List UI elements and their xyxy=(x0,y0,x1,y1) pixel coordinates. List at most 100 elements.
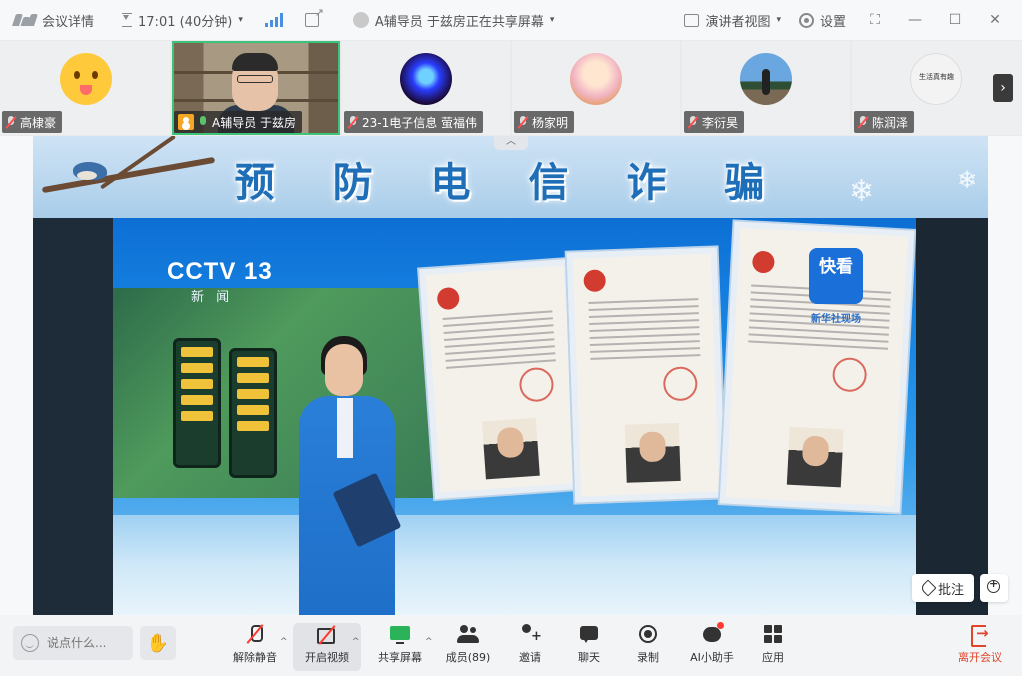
participant-tile[interactable]: 23-1电子信息 萤福伟 xyxy=(342,41,510,135)
layout-icon xyxy=(684,13,700,27)
participant-nameplate: 李衍昊 xyxy=(684,111,745,133)
record-button[interactable]: 录制 xyxy=(630,623,666,671)
zoom-in-icon[interactable] xyxy=(980,574,1008,602)
video-letterbox-right xyxy=(916,218,988,615)
cctv-logo: CCTV 13 xyxy=(167,258,273,285)
shared-screen-area[interactable]: ❄ ❄ 预 防 电 信 诈 骗 ︿ CCTV 13 新 闻 快看 新华社现场 批… xyxy=(0,136,1022,615)
participant-name: 23-1电子信息 萤福伟 xyxy=(362,115,478,130)
emoji-icon[interactable] xyxy=(21,634,39,652)
participant-tile[interactable]: 李衍昊 xyxy=(682,41,850,135)
record-icon xyxy=(637,623,659,645)
avatar-text: 生活真有趣 xyxy=(919,73,954,81)
chevron-down-icon: ▾ xyxy=(776,15,781,25)
unmute-label: 解除静音 xyxy=(233,651,277,664)
studio-floor xyxy=(113,515,916,615)
people-icon xyxy=(457,623,479,645)
participant-strip: ‹ 高棣豪 A辅导员 于兹房 23-1电子信息 萤福伟 xyxy=(0,40,1022,136)
participant-nameplate: A辅导员 于兹房 xyxy=(174,111,303,133)
avatar xyxy=(740,53,792,105)
video-letterbox-left xyxy=(33,218,113,615)
pop-out-icon[interactable] xyxy=(304,6,324,27)
members-button[interactable]: 成员(89) xyxy=(443,623,493,671)
participant-nameplate: 23-1电子信息 萤福伟 xyxy=(344,111,484,133)
participant-nameplate: 陈润泽 xyxy=(854,111,915,133)
mic-muted-icon xyxy=(244,623,266,645)
meeting-elapsed-time[interactable]: 17:01 (40分钟) xyxy=(138,11,232,30)
invite-button[interactable]: 邀请 xyxy=(512,623,548,671)
share-screen-label: 共享屏幕 xyxy=(378,651,422,664)
settings-label: 设置 xyxy=(819,14,846,30)
grid-icon xyxy=(762,623,784,645)
scroll-right-button[interactable]: › xyxy=(993,74,1013,102)
annotate-button[interactable]: 批注 xyxy=(912,574,974,602)
add-user-icon xyxy=(519,623,542,645)
avatar xyxy=(60,53,112,105)
chevron-up-icon[interactable]: ^ xyxy=(352,637,360,647)
title-bar: 会议详情 17:01 (40分钟) ▾ A辅导员 于兹房正在共享屏幕 ▾ 演讲者… xyxy=(0,0,1022,40)
invite-label: 邀请 xyxy=(519,651,541,664)
participant-tile-active-speaker[interactable]: A辅导员 于兹房 xyxy=(172,41,340,135)
notice-document xyxy=(566,247,726,503)
minimize-button[interactable]: — xyxy=(904,12,926,28)
share-screen-icon xyxy=(389,623,411,645)
fullscreen-icon[interactable]: ⛶ xyxy=(864,12,886,28)
avatar xyxy=(400,53,452,105)
chevron-down-icon[interactable]: ▾ xyxy=(238,15,243,25)
mic-muted-icon xyxy=(518,115,528,129)
network-signal-icon[interactable] xyxy=(264,13,283,27)
app-badge: 快看 xyxy=(809,248,863,304)
presenter-avatar xyxy=(352,12,369,28)
gear-icon xyxy=(798,12,814,28)
annotate-label: 批注 xyxy=(937,582,964,598)
cctv-sub-label: 新 闻 xyxy=(191,290,234,305)
unmute-button[interactable]: 解除静音 xyxy=(228,623,282,671)
participant-nameplate: 杨家明 xyxy=(514,111,575,133)
mic-muted-icon xyxy=(858,115,868,129)
presenter-view-label: 演讲者视图 xyxy=(705,14,771,30)
app-badge-sub: 新华社现场 xyxy=(811,314,861,325)
chevron-up-icon[interactable]: ^ xyxy=(425,637,433,647)
participant-name: 李衍昊 xyxy=(702,115,739,130)
shared-slide: ❄ ❄ 预 防 电 信 诈 骗 ︿ CCTV 13 新 闻 快看 新华社现场 xyxy=(33,136,988,615)
share-screen-button[interactable]: 共享屏幕 xyxy=(374,623,426,671)
members-label: 成员(89) xyxy=(445,651,491,664)
chevron-down-icon[interactable]: ▾ xyxy=(550,15,555,25)
close-button[interactable]: ✕ xyxy=(984,12,1006,28)
apps-button[interactable]: 应用 xyxy=(755,623,791,671)
participant-name: 陈润泽 xyxy=(872,115,909,130)
phone-graphic xyxy=(173,338,221,468)
slide-title: 预 防 电 信 诈 骗 xyxy=(234,159,787,206)
settings-button[interactable]: 设置 xyxy=(798,11,846,30)
news-video-frame: CCTV 13 新 闻 快看 新华社现场 xyxy=(33,218,988,615)
chevron-up-icon[interactable]: ^ xyxy=(280,637,288,647)
participant-tile[interactable]: 高棣豪 xyxy=(0,41,170,135)
hourglass-icon xyxy=(122,13,133,27)
mic-on-icon xyxy=(198,115,208,129)
ai-assistant-button[interactable]: AI小助手 xyxy=(685,622,739,671)
chat-button[interactable]: 聊天 xyxy=(571,623,607,671)
raise-hand-button[interactable]: ✋ xyxy=(140,626,176,660)
mic-muted-icon xyxy=(6,115,16,129)
leave-label: 离开会议 xyxy=(958,651,1002,664)
sharing-status-text[interactable]: A辅导员 于兹房正在共享屏幕 xyxy=(375,11,544,30)
mic-muted-icon xyxy=(348,115,358,129)
avatar xyxy=(570,53,622,105)
start-video-button[interactable]: 开启视频 xyxy=(293,623,361,671)
meeting-toolbar: ✋ 解除静音 ^ 开启视频 ^ 共享屏幕 ^ 成员(89) 邀请 聊天 录制 A… xyxy=(0,615,1022,676)
app-logo-icon xyxy=(12,14,38,26)
ai-assistant-icon xyxy=(701,622,724,645)
host-icon xyxy=(178,114,194,130)
avatar: 生活真有趣 xyxy=(910,53,962,105)
meeting-details-link[interactable]: 会议详情 xyxy=(42,11,94,30)
participant-name: 高棣豪 xyxy=(20,115,57,130)
presenter-view-button[interactable]: 演讲者视图 ▾ xyxy=(684,11,781,30)
chat-bubble-icon xyxy=(578,623,600,645)
maximize-button[interactable]: ☐ xyxy=(944,12,966,28)
hand-icon: ✋ xyxy=(146,632,170,654)
notice-document xyxy=(419,259,585,499)
participant-name: A辅导员 于兹房 xyxy=(212,115,297,130)
leave-meeting-button[interactable]: 离开会议 xyxy=(952,623,1008,671)
collapse-toolbar-tab[interactable]: ︿ xyxy=(494,136,528,150)
chat-label: 聊天 xyxy=(578,651,600,664)
participant-tile[interactable]: 杨家明 xyxy=(512,41,680,135)
